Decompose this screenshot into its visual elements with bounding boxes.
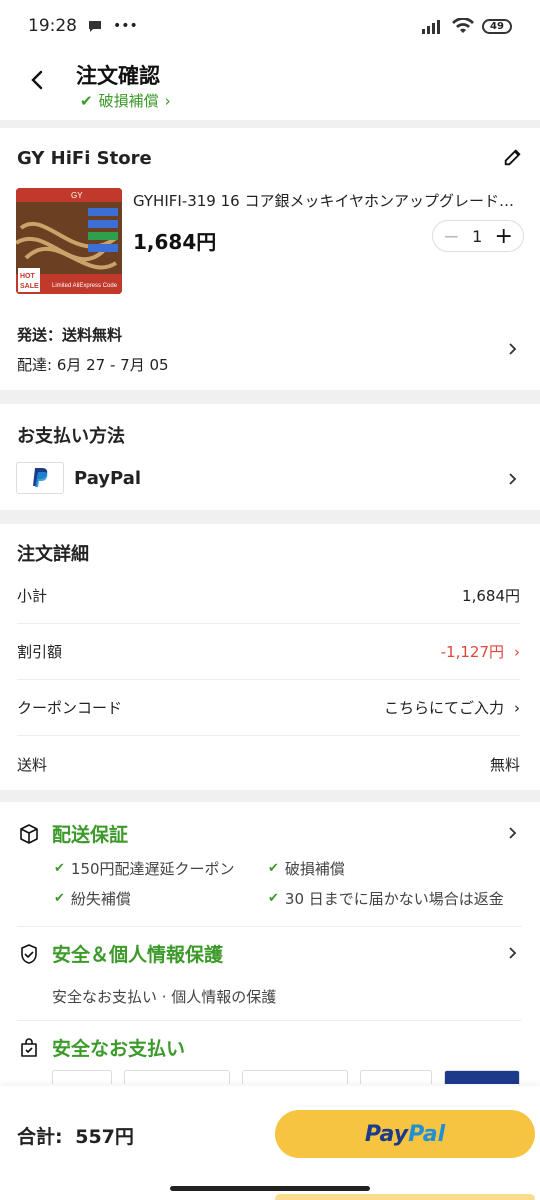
thumb-code: Limited AliExpress Code (52, 283, 118, 289)
store-section: GY HiFi Store GY HOT SALE Limited AliExp… (0, 128, 540, 390)
discount-value: -1,127円 (440, 643, 504, 661)
security-description: 安全なお支払い · 個人情報の保護 (52, 988, 277, 1006)
card-logo-icon (444, 1070, 520, 1084)
total-value: 557円 (75, 1126, 134, 1148)
separator (17, 926, 522, 927)
product-image: GY HOT SALE Limited AliExpress Code (16, 188, 122, 294)
shipping-fee-row: 送料 無料 (17, 736, 520, 792)
chevron-right-icon: › (514, 642, 520, 661)
status-time: 19:28 (28, 16, 77, 36)
coupon-value: こちらにてご入力 (383, 699, 504, 717)
edit-pencil-icon[interactable] (502, 146, 524, 168)
safe-payment-header: 安全なお支払い (18, 1034, 185, 1061)
chevron-right-icon: › (514, 698, 520, 717)
shield-check-icon (21, 943, 37, 964)
section-divider (0, 510, 540, 524)
product-thumbnail[interactable]: GY HOT SALE Limited AliExpress Code (16, 188, 122, 294)
paypal-button-label-1: Pay (364, 1121, 409, 1147)
shipping-info[interactable]: 発送：送料無料 (17, 324, 122, 345)
product-price: 1,684円 (133, 230, 217, 254)
subtotal-label: 小計 (17, 587, 48, 605)
guarantee-item: ✔ 150円配達遅延クーポン (54, 860, 235, 878)
decrease-button[interactable]: − (443, 224, 460, 248)
check-icon: ✔ (80, 91, 93, 110)
order-total: 合計: 557円 (17, 1122, 134, 1149)
shipping-fee-value: 無料 (489, 755, 520, 774)
quantity-value: 1 (472, 226, 483, 246)
home-indicator[interactable] (170, 1186, 370, 1191)
guarantee-section: 配送保証 ✔ 150円配達遅延クーポン ✔ 破損補償 ✔ 紛失補償 ✔ 30 日までに届… (0, 802, 540, 1084)
delivery-guarantee-header[interactable]: 配送保証 (18, 820, 128, 847)
paypal-logo-icon (16, 462, 64, 494)
svg-text:HOT: HOT (20, 273, 36, 280)
separator (17, 1020, 522, 1021)
page-title: 注文確認 (76, 64, 160, 88)
delivery-guarantee-title: 配送保証 (52, 824, 129, 846)
security-title: 安全＆個人情報保護 (52, 944, 224, 966)
security-header[interactable]: 安全＆個人情報保護 (18, 940, 223, 967)
chevron-right-icon[interactable] (508, 472, 518, 486)
message-icon (89, 21, 101, 32)
svg-text:SALE: SALE (20, 283, 39, 290)
wifi-icon (452, 18, 474, 33)
delivery-date[interactable]: 配達: 6月 27 - 7月 05 (17, 354, 169, 375)
checkout-footer: 合計: 557円 Pay Pal (0, 1086, 540, 1200)
shipping-fee-label: 送料 (17, 755, 48, 774)
guarantee-item: ✔ 紛失補償 (54, 890, 131, 908)
store-name[interactable]: GY HiFi Store (17, 148, 152, 169)
card-logo-icon (360, 1070, 432, 1084)
status-bar: 19:28 ••• 49 (0, 0, 540, 52)
payment-method-title: お支払い方法 (17, 426, 125, 447)
quantity-stepper[interactable]: − 1 + (432, 220, 524, 252)
signal-icon (422, 20, 440, 34)
discount-row[interactable]: 割引額 -1,127円 › (17, 624, 520, 680)
paypal-checkout-button[interactable]: Pay Pal (275, 1110, 535, 1158)
product-title[interactable]: GYHIFI-319 16 コア銀メッキイヤホンアップグレード… (133, 190, 525, 211)
guarantee-item: ✔ 破損補償 (268, 860, 345, 878)
more-notifications-icon: ••• (113, 18, 138, 34)
discount-label: 割引額 (17, 643, 63, 661)
increase-button[interactable]: + (495, 224, 513, 249)
damage-protection-link[interactable]: ✔ 破損補償 › (80, 90, 171, 111)
payment-card-logos (52, 1070, 520, 1084)
chevron-right-icon[interactable] (508, 946, 518, 960)
battery-icon: 49 (482, 18, 512, 34)
visa-card-icon (52, 1070, 112, 1084)
scroll-ghost (275, 1194, 535, 1200)
chevron-right-icon: › (164, 91, 171, 110)
coupon-row[interactable]: クーポンコード こちらにてご入力 › (17, 680, 520, 736)
section-divider (0, 390, 540, 404)
payment-method-label: PayPal (74, 468, 142, 489)
coupon-value-wrap: こちらにてご入力 › (384, 697, 520, 718)
paypal-button-label-2: Pal (408, 1121, 446, 1147)
order-details-section: 注文詳細 小計 1,684円 割引額 -1,127円 › クーポンコード こちら… (0, 524, 540, 790)
secure-bag-icon (21, 1037, 37, 1057)
payment-method-section[interactable]: お支払い方法 PayPal (0, 404, 540, 510)
section-divider (0, 120, 540, 128)
section-divider (0, 790, 540, 802)
chevron-right-icon[interactable] (508, 342, 518, 356)
back-arrow-icon[interactable] (26, 68, 50, 92)
order-details-title: 注文詳細 (17, 544, 89, 565)
coupon-label: クーポンコード (17, 699, 123, 717)
safe-payment-title: 安全なお支払い (52, 1038, 186, 1060)
package-icon (20, 823, 38, 844)
page-header: 注文確認 ✔ 破損補償 › (0, 52, 540, 120)
subtotal-row: 小計 1,684円 (17, 568, 520, 624)
card-logo-icon (124, 1070, 230, 1084)
thumb-brand: GY (71, 191, 83, 200)
card-logo-icon (242, 1070, 348, 1084)
subtotal-value: 1,684円 (462, 587, 520, 605)
discount-value-wrap: -1,127円 › (441, 641, 520, 662)
chevron-right-icon[interactable] (508, 826, 518, 840)
subtitle-label: 破損補償 (98, 92, 159, 110)
guarantee-item: ✔ 30 日までに届かない場合は返金 (268, 890, 504, 908)
total-label: 合計: (17, 1126, 63, 1148)
